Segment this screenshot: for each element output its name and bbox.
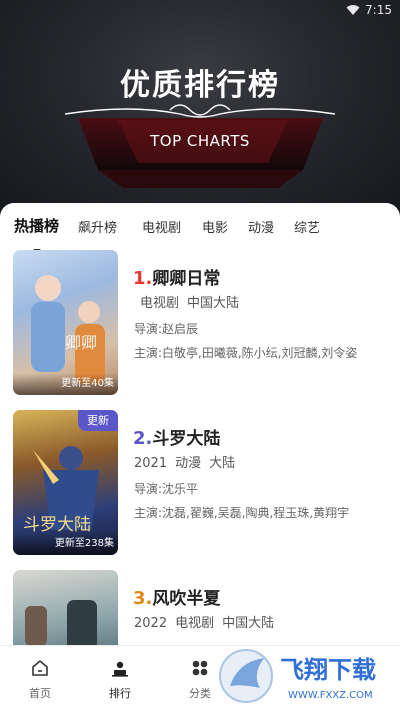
item-title: 1.卿卿日常: [133, 268, 221, 289]
rank-number: 1.: [133, 268, 153, 289]
rank-number: 3.: [133, 588, 153, 609]
item-title: 3.风吹半夏: [133, 588, 221, 609]
item-meta: 电视剧 中国大陆: [140, 296, 240, 311]
wifi-icon: [346, 5, 360, 15]
list-item[interactable]: 斗罗大陆 更新 更新至238集 2.斗罗大陆 2021 动漫 大陆 导演:沈乐平 主…: [0, 410, 400, 560]
status-bar: 7:15: [0, 0, 400, 22]
category-tabs: 热播榜 飙升榜 电视剧 电影 动漫 综艺: [14, 215, 400, 253]
poster-image: [13, 570, 118, 645]
ornament-divider: [64, 104, 336, 118]
nav-label: 首页: [29, 687, 51, 700]
cast-line: 主演:白敬亭,田曦薇,陈小纭,刘冠麟,刘令姿: [134, 346, 358, 360]
tab-rising[interactable]: 飙升榜: [78, 217, 117, 236]
status-time: 7:15: [365, 3, 392, 17]
poster-image: 斗罗大陆 更新 更新至238集: [13, 410, 118, 555]
director-line: 导演:赵启辰: [134, 322, 199, 336]
item-meta: 2022 电视剧 中国大陆: [134, 616, 275, 631]
watermark-text: 飞翔下载: [280, 656, 376, 684]
tab-hot[interactable]: 热播榜: [14, 215, 59, 236]
rank-number: 2.: [133, 428, 153, 449]
svg-text:斗罗大陆: 斗罗大陆: [23, 515, 91, 535]
home-icon: [32, 659, 48, 676]
ranking-list: 卿卿 更新至40集 1.卿卿日常 电视剧 中国大陆 导演:赵启辰 主演:白敬亭,田…: [0, 250, 400, 645]
cast-line: 主演:沈磊,翟巍,吴磊,陶典,程玉珠,黄翔宇: [134, 506, 350, 520]
category-icon: [192, 660, 208, 676]
tab-variety[interactable]: 综艺: [294, 217, 320, 236]
item-title: 2.斗罗大陆: [133, 428, 221, 449]
watermark-logo: 飞翔下载 WWW.FXXZ.COM: [219, 649, 376, 703]
episode-status: 更新至40集: [13, 373, 118, 395]
nav-home[interactable]: 首页: [10, 646, 70, 712]
list-item[interactable]: 卿卿 更新至40集 1.卿卿日常 电视剧 中国大陆 导演:赵启辰 主演:白敬亭,田…: [0, 250, 400, 400]
tab-movie[interactable]: 电影: [202, 217, 228, 236]
list-item[interactable]: 3.风吹半夏 2022 电视剧 中国大陆: [0, 570, 400, 645]
hero-subtitle: TOP CHARTS: [150, 132, 250, 150]
ranking-panel: 热播榜 飙升榜 电视剧 电影 动漫 综艺 卿卿 更新至40集 1.卿卿日常 电视…: [0, 203, 400, 711]
item-meta: 2021 动漫 大陆: [134, 456, 236, 471]
update-badge: 更新: [78, 410, 118, 431]
watermark-url: WWW.FXXZ.COM: [288, 690, 373, 701]
ranking-icon: [112, 661, 128, 677]
director-line: 导演:沈乐平: [134, 482, 199, 496]
poster-image: 卿卿 更新至40集: [13, 250, 118, 395]
svg-text:卿卿: 卿卿: [65, 333, 97, 352]
nav-label: 排行: [109, 687, 131, 700]
hero-banner: 7:15 优质排行榜 TOP CHARTS: [0, 0, 400, 215]
nav-ranking[interactable]: 排行: [90, 646, 150, 712]
episode-status: 更新至238集: [13, 533, 118, 555]
tab-anime[interactable]: 动漫: [248, 217, 274, 236]
tab-tv[interactable]: 电视剧: [142, 217, 181, 236]
